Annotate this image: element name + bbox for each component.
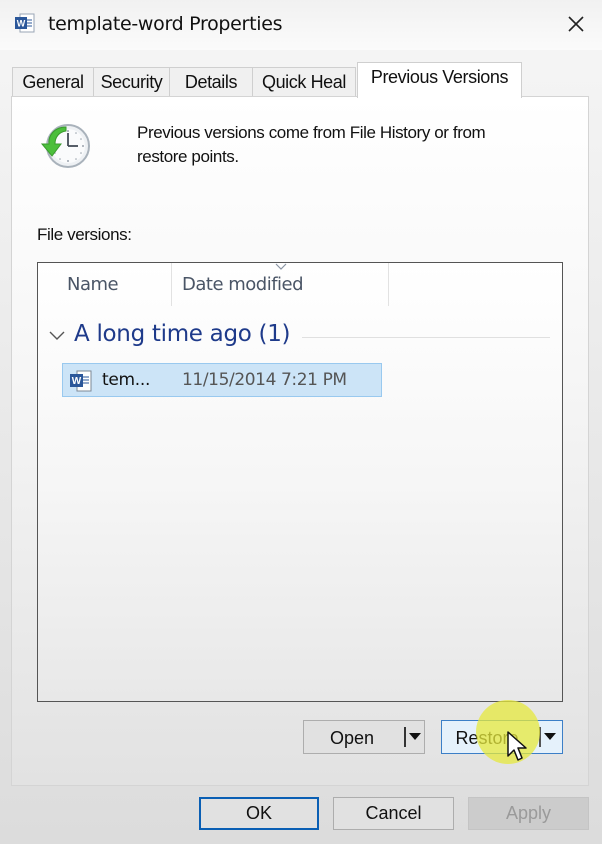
column-divider[interactable] xyxy=(171,263,172,306)
word-document-icon: W xyxy=(70,370,92,392)
close-icon[interactable] xyxy=(562,10,590,38)
tab-security[interactable]: Security xyxy=(93,67,170,96)
tab-label: Quick Heal xyxy=(261,72,347,92)
file-versions-list[interactable]: Name Date modified A long time ago (1) W… xyxy=(37,262,563,702)
apply-button[interactable]: Apply xyxy=(468,797,589,830)
title-bar: W template-word Properties xyxy=(0,0,602,50)
sort-descending-icon xyxy=(275,263,287,270)
svg-text:W: W xyxy=(72,376,82,387)
chevron-down-icon[interactable] xyxy=(48,329,66,343)
tab-label: General xyxy=(22,72,84,92)
tab-details[interactable]: Details xyxy=(169,67,253,96)
file-versions-label: File versions: xyxy=(37,225,132,244)
svg-text:W: W xyxy=(17,19,26,29)
restore-clock-icon xyxy=(40,124,90,168)
column-header-name[interactable]: Name xyxy=(67,274,119,295)
file-date-modified: 11/15/2014 7:21 PM xyxy=(182,370,347,390)
open-button[interactable]: Open xyxy=(303,720,425,754)
ok-button[interactable]: OK xyxy=(199,797,319,830)
group-header[interactable]: A long time ago (1) xyxy=(74,321,291,347)
word-document-icon: W xyxy=(15,13,35,33)
window-title: template-word Properties xyxy=(48,13,283,35)
column-divider[interactable] xyxy=(388,263,389,306)
description-text: Previous versions come from File History… xyxy=(137,123,486,166)
group-divider-line xyxy=(302,337,550,338)
tab-previous-versions[interactable]: Previous Versions xyxy=(357,62,522,98)
tab-label: Security xyxy=(100,72,163,92)
open-button-label: Open xyxy=(329,728,375,748)
list-item[interactable]: W tem... 11/15/2014 7:21 PM xyxy=(62,363,382,397)
restore-button[interactable]: Restore xyxy=(441,720,563,754)
restore-button-label: Restore xyxy=(455,728,519,748)
cancel-button[interactable]: Cancel xyxy=(333,797,454,830)
file-name: tem... xyxy=(102,370,151,390)
tab-quick-heal[interactable]: Quick Heal xyxy=(252,67,356,96)
dropdown-arrow-icon[interactable] xyxy=(544,733,556,740)
split-separator xyxy=(539,727,541,747)
dropdown-arrow-icon[interactable] xyxy=(409,733,421,740)
tab-label: Previous Versions xyxy=(370,67,509,87)
tab-general[interactable]: General xyxy=(12,67,94,96)
split-separator xyxy=(404,727,406,747)
tab-label: Details xyxy=(184,72,238,92)
column-header-date-modified[interactable]: Date modified xyxy=(182,274,304,295)
